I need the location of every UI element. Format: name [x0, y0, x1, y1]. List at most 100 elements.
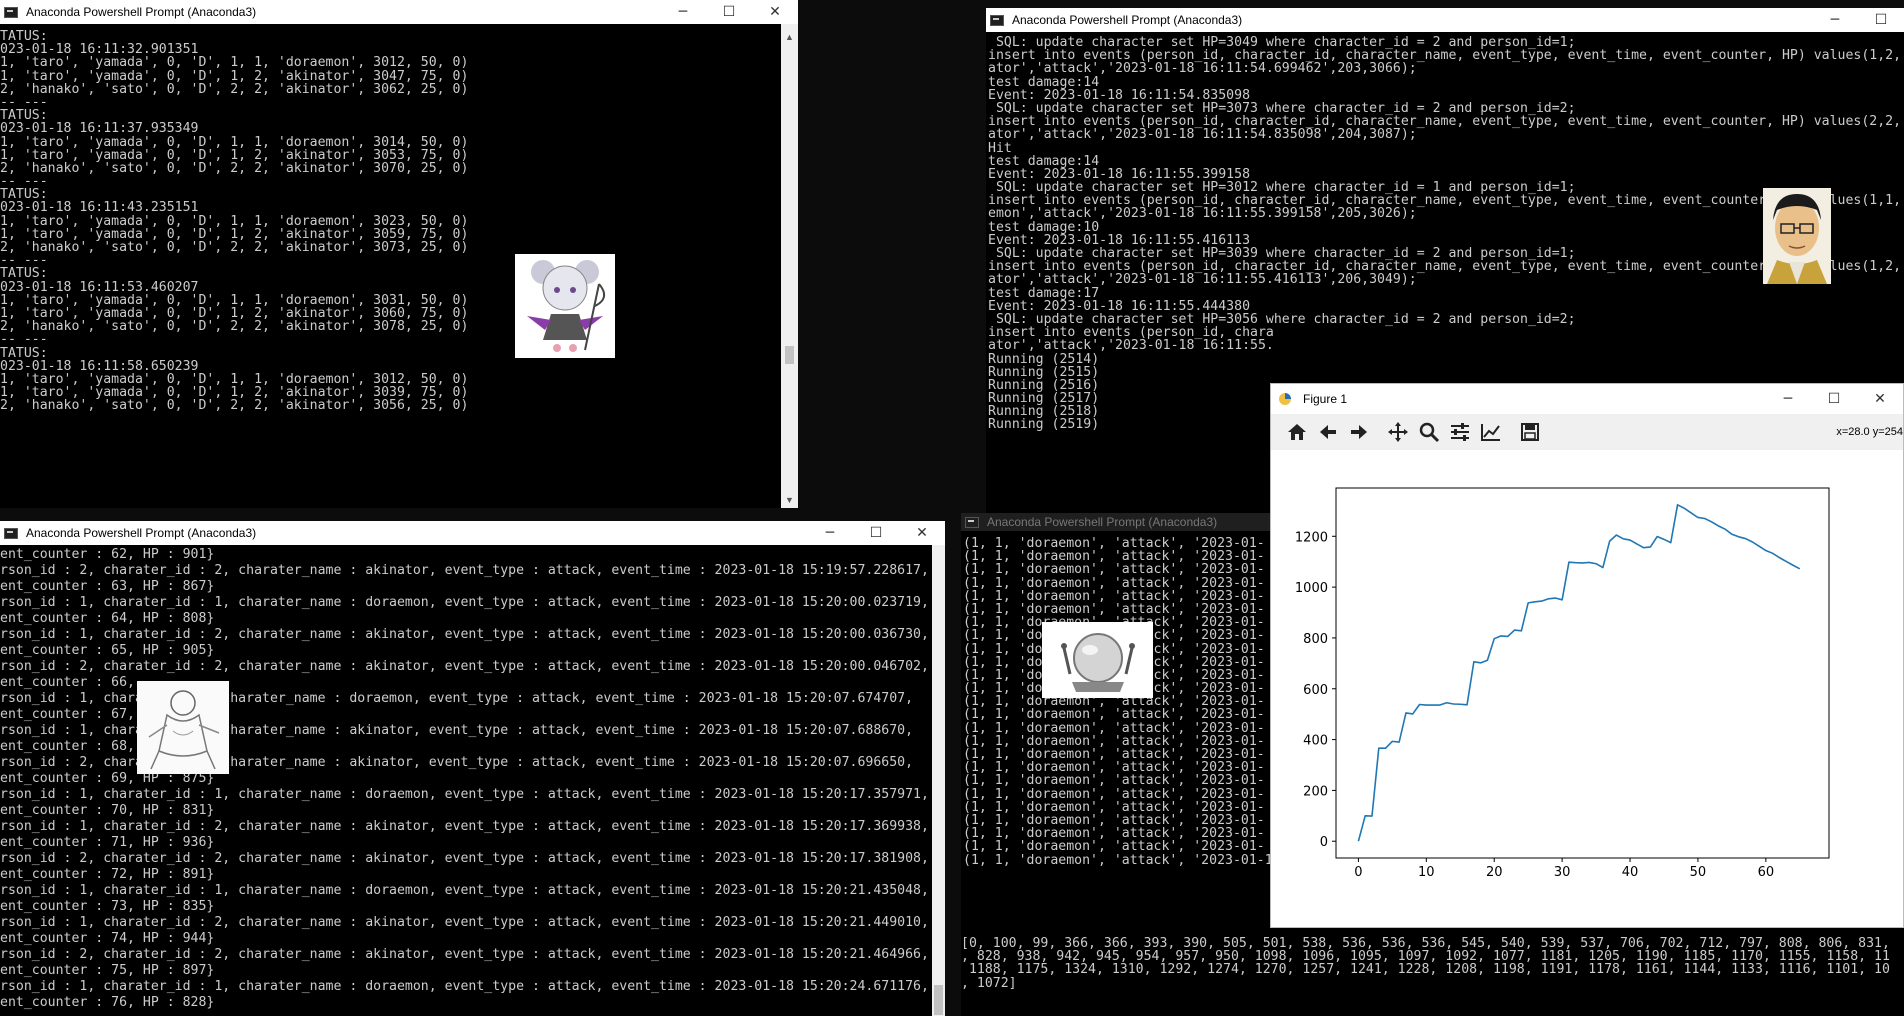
list-line: , 1072] — [961, 975, 1017, 990]
terminal-line: 023-01-18 16:11:58.650239 — [0, 358, 199, 374]
maximize-button[interactable]: ☐ — [853, 521, 899, 545]
terminal-line: ent_counter : 76, HP : 828} — [0, 995, 215, 1010]
scroll-thumb[interactable] — [934, 985, 943, 1015]
terminal-line: 023-01-18 16:11:37.935349 — [0, 121, 199, 137]
x-tick-label: 0 — [1354, 865, 1362, 880]
terminal-line: 1, 'taro', 'yamada', 0, 'D', 1, 2, 'akin… — [0, 147, 469, 163]
terminal-line: ent_counter : 72, HP : 891} — [0, 867, 215, 882]
terminal-line: Hit — [988, 140, 1012, 156]
terminal-line: rson_id : 1, charater_id : 1, charater_n… — [0, 979, 929, 994]
scroll-down-arrow[interactable]: ▼ — [781, 491, 798, 508]
terminal-line: 2, 'hanako', 'sato', 0, 'D', 2, 2, 'akin… — [0, 319, 469, 335]
matplotlib-figure-window[interactable]: Figure 1 ─ ☐ ✕ x=28.0 y=254 0 10 20 30 40 50 6… — [1270, 383, 1904, 928]
pan-icon[interactable] — [1382, 417, 1413, 448]
terminal-line: rson_id : 1, charater_id : 2, charater_n… — [0, 627, 929, 642]
crystal-ball-sticker — [1042, 622, 1153, 698]
terminal-line: rson_id : 1, charater_id : 1, charater_n… — [0, 787, 929, 802]
terminal-line: TATUS: — [0, 266, 48, 282]
terminal-line: test damage:14 — [988, 153, 1100, 169]
x-tick-label: 20 — [1486, 865, 1503, 880]
list-line: 1188, 1175, 1324, 1310, 1292, 1274, 1270… — [961, 962, 1890, 978]
minimize-button[interactable]: ─ — [807, 521, 853, 545]
scrollbar[interactable] — [932, 545, 945, 1016]
x-tick-label: 50 — [1690, 865, 1707, 880]
terminal-line: 2, 'hanako', 'sato', 0, 'D', 2, 2, 'akin… — [0, 398, 469, 413]
list-output[interactable]: [0, 100, 99, 366, 366, 393, 390, 505, 50… — [961, 937, 1904, 990]
minimize-button[interactable]: ─ — [660, 0, 706, 24]
terminal-line: rson_id : 1, charater_id : 2, charater_n… — [0, 819, 929, 834]
x-tick-label: 10 — [1418, 865, 1435, 880]
terminal-line: ator','attack','2023-01-18 16:11:55. — [988, 338, 1274, 354]
terminal-line: rson_id : 1, charater_id : 2, charater_n… — [0, 915, 929, 930]
terminal-line: ent_counter : 62, HP : 901} — [0, 547, 215, 562]
terminal-line: Running (2515) — [988, 364, 1100, 380]
terminal-line: rson_id : 2, charater_id : 2, charater_n… — [0, 947, 929, 962]
close-button[interactable]: ✕ — [752, 0, 798, 24]
y-tick-label: 0 — [1320, 835, 1328, 850]
scroll-up-arrow[interactable]: ▲ — [781, 28, 798, 45]
terminal-icon — [4, 6, 18, 18]
terminal-window-3[interactable]: Anaconda Powershell Prompt (Anaconda3) ─… — [0, 521, 945, 1016]
zoom-icon[interactable] — [1413, 417, 1444, 448]
terminal-line: ent_counter : 64, HP : 808} — [0, 611, 215, 626]
terminal-line: test damage:14 — [988, 74, 1100, 90]
terminal-line: -- --- — [0, 253, 48, 269]
scroll-thumb[interactable] — [785, 346, 794, 364]
terminal-line: Event: 2023-01-18 16:11:54.835098 — [988, 87, 1251, 103]
terminal-icon — [4, 527, 18, 539]
terminal-output[interactable]: ent_counter : 62, HP : 901} rson_id : 2, … — [0, 547, 932, 1011]
terminal-line: -- --- — [0, 174, 48, 190]
window-title: Anaconda Powershell Prompt (Anaconda3) — [1012, 13, 1243, 27]
y-tick-label: 800 — [1303, 632, 1328, 647]
terminal-line: ator','attack','2023-01-18 16:11:54.8350… — [988, 127, 1417, 143]
y-tick-label: 600 — [1303, 683, 1328, 698]
title-bar[interactable]: Figure 1 ─ ☐ ✕ — [1271, 384, 1903, 414]
back-arrow-icon[interactable] — [1312, 417, 1343, 448]
terminal-line: rson_id : 1, charater_id : 1, charater_n… — [0, 883, 929, 898]
terminal-line: 023-01-18 16:11:43.235151 — [0, 200, 199, 216]
sketch-character-sticker — [137, 681, 229, 774]
x-tick-label: 60 — [1758, 865, 1775, 880]
terminal-icon — [965, 516, 979, 528]
edit-axes-icon[interactable] — [1475, 417, 1506, 448]
y-tick-label: 200 — [1303, 784, 1328, 799]
maximize-button[interactable]: ☐ — [1858, 8, 1904, 32]
terminal-line: rson_id : 2, charater_id : 2, charater_n… — [0, 851, 929, 866]
save-icon[interactable] — [1514, 417, 1545, 448]
matplotlib-icon — [1277, 392, 1293, 406]
terminal-line: ent_counter : 70, HP : 831} — [0, 803, 215, 818]
title-bar[interactable]: Anaconda Powershell Prompt (Anaconda3) ─… — [0, 0, 798, 24]
close-button[interactable]: ✕ — [1857, 384, 1903, 414]
terminal-line: -- --- — [0, 332, 48, 348]
terminal-line: 1, 'taro', 'yamada', 0, 'D', 1, 1, 'dora… — [0, 213, 469, 229]
terminal-line: ator','attack','2023-01-18 16:11:54.6994… — [988, 61, 1417, 77]
title-bar[interactable]: Anaconda Powershell Prompt (Anaconda3) ─… — [986, 8, 1904, 32]
maximize-button[interactable]: ☐ — [1811, 384, 1857, 414]
terminal-line: TATUS: — [0, 345, 48, 361]
forward-arrow-icon[interactable] — [1343, 417, 1374, 448]
home-icon[interactable] — [1281, 417, 1312, 448]
close-button[interactable]: ✕ — [899, 521, 945, 545]
x-tick-label: 40 — [1622, 865, 1639, 880]
anime-girl-sticker — [515, 254, 615, 358]
maximize-button[interactable]: ☐ — [706, 0, 752, 24]
window-title: Anaconda Powershell Prompt (Anaconda3) — [26, 526, 257, 540]
configure-subplots-icon[interactable] — [1444, 417, 1475, 448]
terminal-line: 023-01-18 16:11:53.460207 — [0, 279, 199, 295]
terminal-line: 2, 'hanako', 'sato', 0, 'D', 2, 2, 'akin… — [0, 240, 469, 255]
terminal-line: Event: 2023-01-18 16:11:55.444380 — [988, 298, 1251, 314]
terminal-line: ent_counter : 65, HP : 905} — [0, 643, 215, 658]
terminal-line: 1, 'taro', 'yamada', 0, 'D', 1, 1, 'dora… — [0, 134, 469, 150]
terminal-output[interactable]: TATUS: 023-01-18 16:11:32.901351 1, 'taro'… — [0, 30, 781, 412]
minimize-button[interactable]: ─ — [1812, 8, 1858, 32]
title-bar[interactable]: Anaconda Powershell Prompt (Anaconda3) ─… — [0, 521, 945, 545]
minimize-button[interactable]: ─ — [1765, 384, 1811, 414]
terminal-line: ent_counter : 73, HP : 835} — [0, 899, 215, 914]
terminal-line: 2, 'hanako', 'sato', 0, 'D', 2, 2, 'akin… — [0, 160, 469, 176]
terminal-window-1[interactable]: Anaconda Powershell Prompt (Anaconda3) ─… — [0, 0, 798, 508]
x-tick-label: 30 — [1554, 865, 1571, 880]
terminal-line: rson_id : 2, charater_id : 2, charater_n… — [0, 563, 929, 578]
scrollbar[interactable]: ▲ ▼ — [781, 24, 798, 508]
line-chart[interactable]: 0 10 20 30 40 50 60020040060080010001200 — [1271, 450, 1903, 927]
terminal-icon — [990, 14, 1004, 26]
